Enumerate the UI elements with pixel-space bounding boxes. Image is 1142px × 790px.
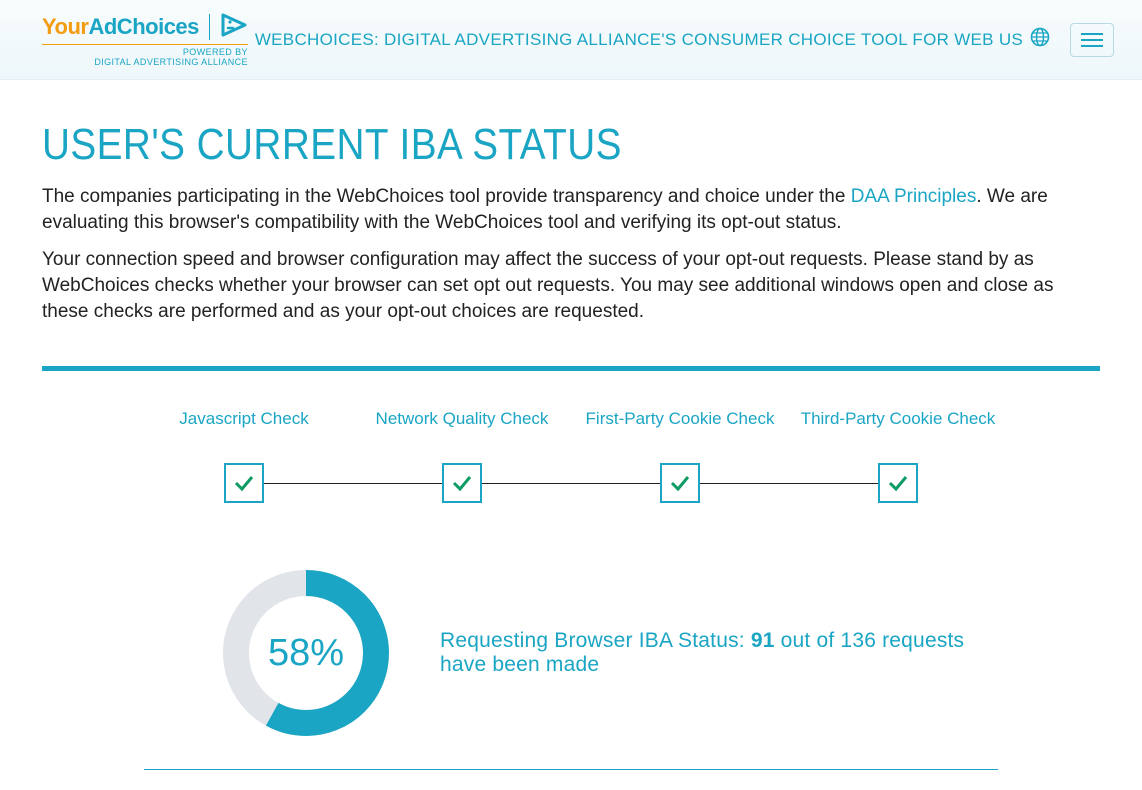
check-label: Javascript Check [144, 409, 344, 455]
header: YourAdChoices POWERED BY DIGITAL ADVERTI… [0, 0, 1142, 80]
check-label: Third-Party Cookie Check [798, 409, 998, 455]
intro-paragraph-1: The companies participating in the WebCh… [42, 184, 1100, 235]
check-connector [262, 483, 880, 484]
logo-divider [209, 14, 210, 40]
check-label: First-Party Cookie Check [580, 409, 780, 455]
check-box [442, 463, 482, 503]
progress-row: 58% Requesting Browser IBA Status: 91 ou… [42, 569, 1100, 737]
divider-thin [144, 769, 998, 770]
check-box [878, 463, 918, 503]
page-title: USER'S CURRENT IBA STATUS [42, 120, 973, 170]
checkmark-icon [232, 471, 256, 495]
checkmark-icon [450, 471, 474, 495]
logo-tagline: POWERED BY DIGITAL ADVERTISING ALLIANCE [42, 44, 248, 67]
check-item-javascript: Javascript Check [144, 409, 344, 507]
check-item-network: Network Quality Check [362, 409, 562, 507]
logo-your: YourAdChoices [42, 14, 199, 40]
progress-status-text: Requesting Browser IBA Status: 91 out of… [440, 629, 1000, 677]
divider-thick [42, 366, 1100, 371]
check-box [660, 463, 700, 503]
progress-donut: 58% [222, 569, 390, 737]
intro-paragraph-2: Your connection speed and browser config… [42, 247, 1100, 324]
adchoices-icon [220, 13, 248, 42]
hamburger-icon [1081, 33, 1103, 35]
checkmark-icon [886, 471, 910, 495]
check-item-first-party: First-Party Cookie Check [580, 409, 780, 507]
main-content: USER'S CURRENT IBA STATUS The companies … [0, 80, 1142, 790]
menu-button[interactable] [1070, 23, 1114, 57]
check-label: Network Quality Check [362, 409, 562, 455]
checkmark-icon [668, 471, 692, 495]
check-item-third-party: Third-Party Cookie Check [798, 409, 998, 507]
checks-row: Javascript Check Network Quality Check F… [42, 409, 1100, 507]
daa-principles-link[interactable]: DAA Principles [851, 186, 977, 207]
check-box [224, 463, 264, 503]
header-title: WEBCHOICES: DIGITAL ADVERTISING ALLIANCE… [248, 30, 1030, 50]
globe-icon[interactable] [1030, 27, 1050, 52]
logo[interactable]: YourAdChoices POWERED BY DIGITAL ADVERTI… [42, 13, 248, 67]
progress-percent: 58% [222, 569, 390, 737]
